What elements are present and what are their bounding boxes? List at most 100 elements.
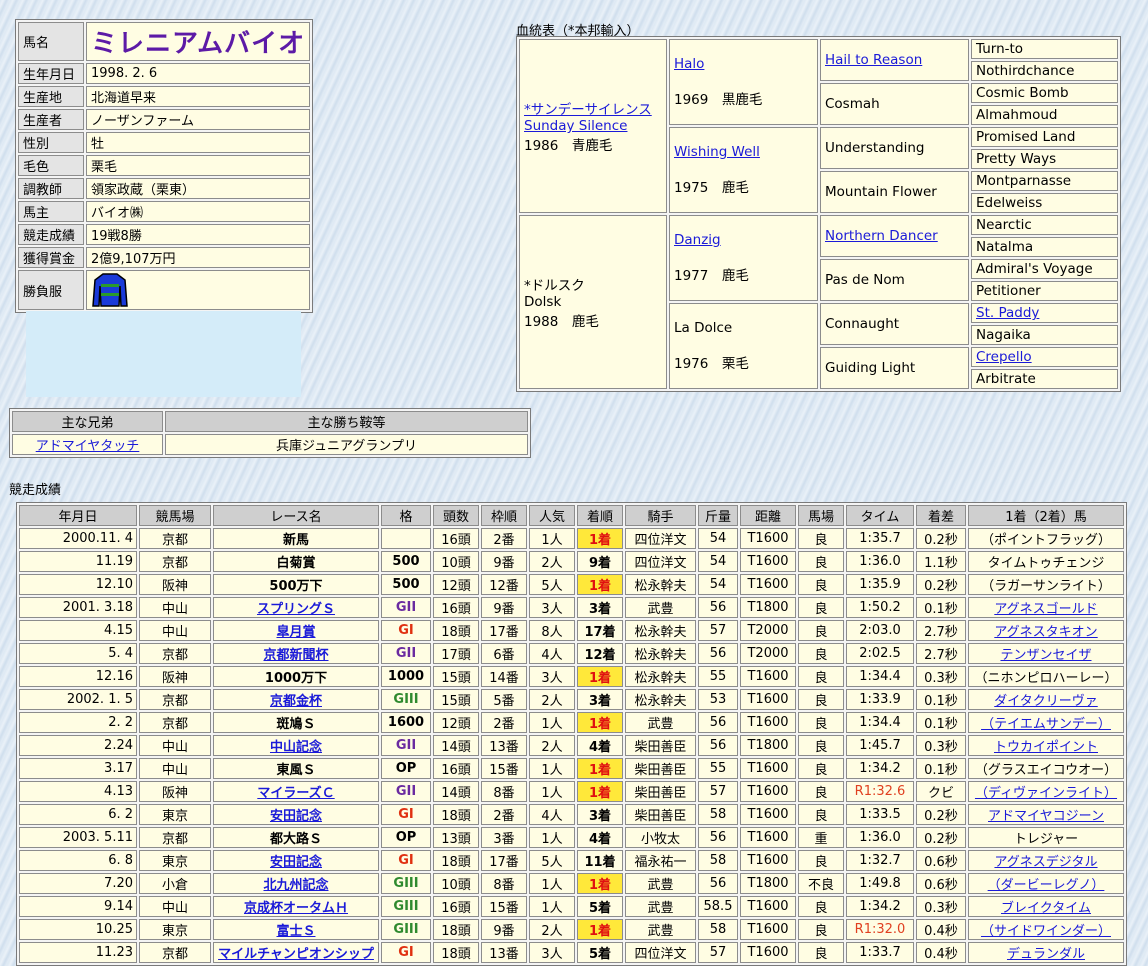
race-grade: 1600 bbox=[381, 712, 431, 733]
race-gate: 6番 bbox=[481, 643, 527, 664]
race-name-link[interactable]: マイラーズＣ bbox=[257, 786, 334, 801]
race-winner-link[interactable]: アグネスゴールド bbox=[994, 602, 1097, 617]
race-name-link[interactable]: スプリングＳ bbox=[257, 602, 335, 617]
race-name-cell: 安田記念 bbox=[213, 804, 379, 825]
race-time: 1:32.7 bbox=[846, 850, 914, 871]
race-distance: T1600 bbox=[740, 666, 796, 687]
race-popularity: 1人 bbox=[529, 781, 575, 802]
race-popularity: 5人 bbox=[529, 850, 575, 871]
race-winner-link[interactable]: アドマイヤコジーン bbox=[988, 809, 1104, 824]
race-popularity: 1人 bbox=[529, 758, 575, 779]
profile-row: 勝負服 bbox=[18, 270, 311, 310]
race-name-link[interactable]: 富士Ｓ bbox=[276, 924, 315, 939]
sibling-wins: 兵庫ジュニアグランプリ bbox=[165, 434, 528, 455]
race-time: 1:33.9 bbox=[846, 689, 914, 710]
race-name-link[interactable]: 北九州記念 bbox=[263, 878, 328, 893]
race-winner-link[interactable]: テンザンセイザ bbox=[1000, 648, 1091, 663]
sire-year: 1986 bbox=[524, 138, 559, 154]
results-header-cell: 馬場 bbox=[798, 505, 844, 526]
race-winner-link[interactable]: トウカイポイント bbox=[994, 740, 1098, 755]
pedigree-sire-dam-link[interactable]: Wishing Well bbox=[674, 144, 760, 160]
race-margin: 0.1秒 bbox=[916, 758, 966, 779]
race-row: 9.14 中山 京成杯オータムＨ GIII 16頭 15番 1人 5着 武豊 58.5 T1600 良… bbox=[19, 896, 1124, 917]
race-jockey: 松永幹夫 bbox=[625, 620, 696, 641]
race-date: 9.14 bbox=[19, 896, 137, 917]
race-weight: 54 bbox=[698, 528, 738, 549]
race-name-link[interactable]: 京都金杯 bbox=[270, 694, 322, 709]
race-winner-link[interactable]: （サイドワインダー） bbox=[981, 924, 1111, 939]
dam-color: 鹿毛 bbox=[571, 314, 599, 330]
race-popularity: 4人 bbox=[529, 804, 575, 825]
race-track: 阪神 bbox=[139, 666, 211, 687]
race-winner-link[interactable]: ダイタクリーヴァ bbox=[994, 694, 1097, 709]
race-jockey: 武豊 bbox=[625, 597, 696, 618]
race-winner-link[interactable]: アグネスデジタル bbox=[994, 855, 1097, 870]
race-runners: 13頭 bbox=[433, 827, 479, 848]
race-winner-link[interactable]: （ディヴァインライト） bbox=[975, 786, 1117, 801]
race-popularity: 2人 bbox=[529, 551, 575, 572]
race-row: 4.15 中山 皐月賞 GI 18頭 17番 8人 17着 松永幹夫 57 T2000 良 2:03.0… bbox=[19, 620, 1124, 641]
race-row: 12.16 阪神 1000万下 1000 15頭 14番 3人 1着 松永幹夫 55 T1600 良 1… bbox=[19, 666, 1124, 687]
pedigree-ancestor-link[interactable]: Hail to Reason bbox=[825, 52, 922, 68]
race-runners: 18頭 bbox=[433, 620, 479, 641]
race-runners: 12頭 bbox=[433, 712, 479, 733]
sire-name-jp: *サンデーサイレンス bbox=[524, 102, 652, 118]
race-gate: 14番 bbox=[481, 666, 527, 687]
race-name-link[interactable]: 京都新聞杯 bbox=[263, 648, 328, 663]
race-time: 1:35.7 bbox=[846, 528, 914, 549]
race-name-link[interactable]: マイルチャンピオンシップ bbox=[218, 947, 374, 962]
race-date: 12.16 bbox=[19, 666, 137, 687]
pedigree-ancestor-name: Admiral's Voyage bbox=[976, 261, 1093, 277]
race-distance: T1600 bbox=[740, 574, 796, 595]
pedigree-ancestor-link[interactable]: Northern Dancer bbox=[825, 228, 938, 244]
race-weight: 58 bbox=[698, 804, 738, 825]
ad-placeholder bbox=[26, 311, 301, 397]
race-name-link[interactable]: 皐月賞 bbox=[276, 625, 315, 640]
pedigree-sire-link[interactable]: *サンデーサイレンス Sunday Silence bbox=[524, 102, 652, 134]
siblings-header-name: 主な兄弟 bbox=[12, 411, 163, 432]
race-name-link[interactable]: 中山記念 bbox=[270, 740, 322, 755]
race-jockey: 武豊 bbox=[625, 873, 696, 894]
race-margin: 0.2秒 bbox=[916, 528, 966, 549]
pedigree-sire-sire-link[interactable]: Halo bbox=[674, 56, 704, 72]
race-position: 9着 bbox=[577, 551, 623, 572]
profile-label: 勝負服 bbox=[18, 270, 84, 310]
race-winner-link[interactable]: （テイエムサンデー） bbox=[981, 717, 1111, 732]
race-winner: （グラスエイコウオー） bbox=[968, 758, 1124, 779]
race-gate: 13番 bbox=[481, 942, 527, 963]
results-header-cell: 年月日 bbox=[19, 505, 137, 526]
race-winner-cell: アグネスデジタル bbox=[968, 850, 1124, 871]
race-winner-link[interactable]: （ダービーレグノ） bbox=[988, 878, 1105, 893]
profile-row: 毛色 栗毛 bbox=[18, 155, 311, 176]
pedigree-ancestor-name: Promised Land bbox=[976, 129, 1076, 145]
race-winner-link[interactable]: デュランダル bbox=[1007, 947, 1085, 962]
race-runners: 16頭 bbox=[433, 528, 479, 549]
race-winner-cell: （ディヴァインライト） bbox=[968, 781, 1124, 802]
race-distance: T1600 bbox=[740, 804, 796, 825]
race-name-link[interactable]: 京成杯オータムＨ bbox=[244, 901, 348, 916]
race-date: 6. 2 bbox=[19, 804, 137, 825]
race-runners: 16頭 bbox=[433, 896, 479, 917]
siblings-header-wins: 主な勝ち鞍等 bbox=[165, 411, 528, 432]
race-margin: 1.1秒 bbox=[916, 551, 966, 572]
horse-profile-table: 馬名 ミレニアムバイオ 生年月日 1998. 2. 6 生産地 北海道早来 生産者 ノーザンフ… bbox=[15, 19, 314, 313]
race-weight: 56 bbox=[698, 827, 738, 848]
pedigree-dam-sire-link[interactable]: Danzig bbox=[674, 232, 721, 248]
race-condition: 良 bbox=[798, 528, 844, 549]
race-winner-link[interactable]: アグネスタキオン bbox=[994, 625, 1097, 640]
race-winner-link[interactable]: ブレイクタイム bbox=[1001, 901, 1091, 916]
race-time: 1:33.5 bbox=[846, 804, 914, 825]
profile-value: 1998. 2. 6 bbox=[86, 63, 311, 84]
pedigree-g3-1: Cosmah bbox=[820, 83, 969, 125]
pedigree-ancestor-link[interactable]: St. Paddy bbox=[976, 305, 1039, 321]
race-name-link[interactable]: 安田記念 bbox=[270, 855, 322, 870]
race-name-link[interactable]: 安田記念 bbox=[270, 809, 322, 824]
race-distance: T1800 bbox=[740, 735, 796, 756]
race-jockey: 四位洋文 bbox=[625, 942, 696, 963]
pedigree-ancestor-link[interactable]: Crepello bbox=[976, 349, 1032, 365]
race-gate: 13番 bbox=[481, 735, 527, 756]
sibling-link[interactable]: アドマイヤタッチ bbox=[36, 439, 140, 454]
race-popularity: 2人 bbox=[529, 689, 575, 710]
pedigree-g4-6: Montparnasse bbox=[971, 171, 1118, 191]
pedigree-ancestor-name: Understanding bbox=[825, 140, 925, 156]
